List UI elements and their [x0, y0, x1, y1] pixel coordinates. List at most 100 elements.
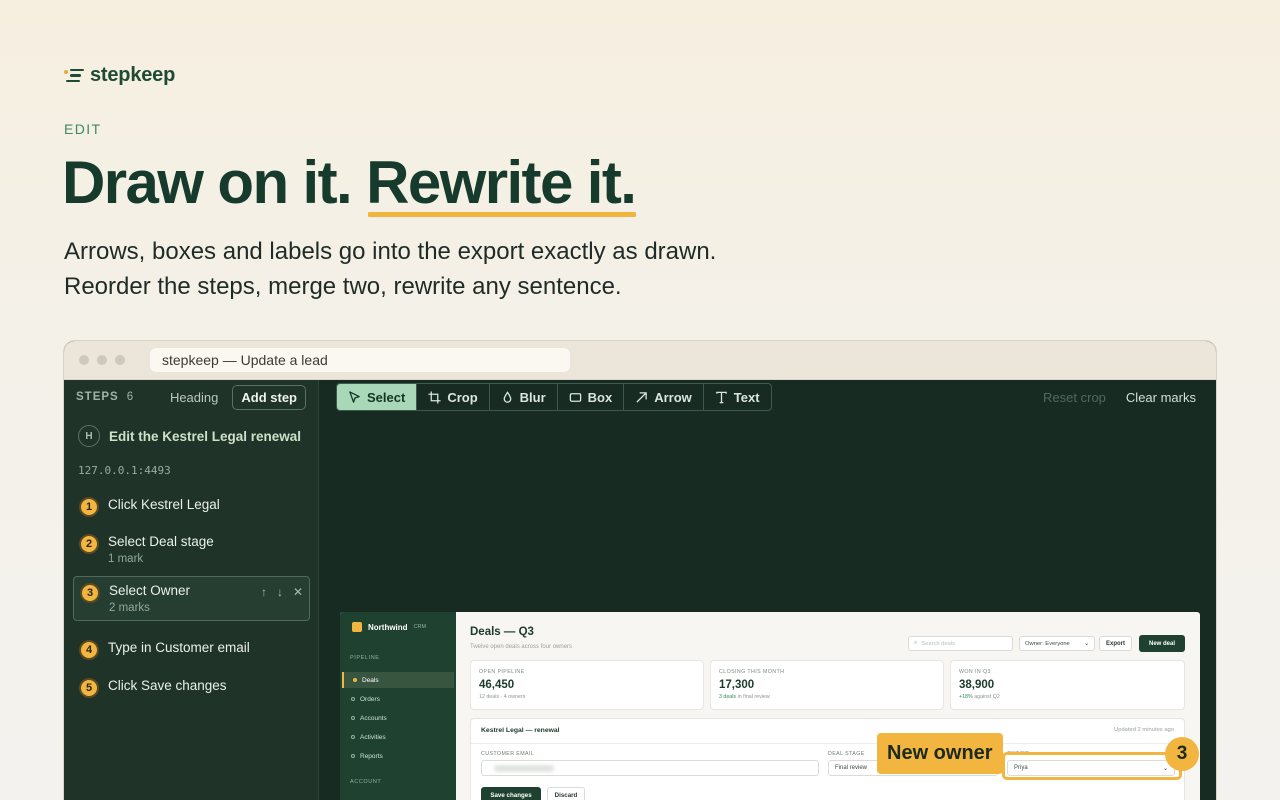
crm-search-placeholder: Search deals [921, 640, 956, 647]
step-item[interactable]: 4 Type in Customer email [73, 634, 310, 666]
kpi-sub: 12 deals · 4 owners [479, 694, 695, 700]
steps-count: 6 [126, 391, 134, 403]
steps-header: STEPS 6 Heading Add step [64, 380, 318, 414]
crm-nav-accounts: Accounts [342, 710, 454, 726]
subtitle: Arrows, boxes and labels go into the exp… [64, 234, 716, 304]
crm-discard-button: Discard [547, 787, 585, 800]
clear-marks-button[interactable]: Clear marks [1126, 390, 1196, 405]
crm-save-button: Save changes [481, 787, 541, 800]
annotation-box-mark[interactable] [1002, 752, 1182, 780]
reset-crop-button[interactable]: Reset crop [1043, 390, 1106, 405]
crm-export-button: Export [1099, 636, 1132, 651]
kpi-highlight: 3 deals [719, 694, 737, 700]
text-tool-button[interactable]: Text [704, 384, 771, 410]
headline-part1: Draw on it. [62, 149, 353, 216]
window-maximize-dot[interactable] [115, 355, 125, 365]
tool-label: Blur [519, 389, 546, 405]
step-item-active[interactable]: 3 Select Owner 2 marks ↑ ↓ ✕ [73, 576, 310, 621]
add-step-button[interactable]: Add step [232, 384, 306, 410]
crm-customer-email-input [481, 760, 819, 776]
window-title-bar: stepkeep — Update a lead [150, 348, 570, 372]
heading-badge: H [78, 425, 100, 447]
crm-record-title: Kestrel Legal — renewal [481, 727, 560, 734]
arrow-icon [636, 391, 648, 403]
tool-label: Text [733, 389, 760, 405]
step-label: Select Deal stage [108, 534, 214, 549]
crm-nav-section: ACCOUNT [350, 779, 382, 785]
window-titlebar: stepkeep — Update a lead [64, 341, 1216, 380]
crm-sidebar: Northwind CRM PIPELINE Deals Orders Acco… [340, 612, 456, 800]
kpi-sub: 3 deals in final review [719, 694, 935, 700]
step-item[interactable]: 2 Select Deal stage 1 mark [73, 528, 310, 571]
divider [471, 743, 1184, 744]
canvas-actions: Reset crop Clear marks [1043, 390, 1196, 405]
crm-nav-deals: Deals [342, 672, 454, 688]
kpi-card: OPEN PIPELINE 46,450 12 deals · 4 owners [470, 660, 704, 710]
crm-nav-label: Reports [360, 752, 383, 760]
arrow-tool-button[interactable]: Arrow [624, 384, 704, 410]
heading-step[interactable]: H Edit the Kestrel Legal renewal [64, 425, 318, 447]
crm-brand-tag: CRM [413, 624, 427, 630]
kpi-value: 17,300 [719, 679, 755, 691]
crm-nav-label: Deals [362, 676, 379, 684]
editor-canvas: Select Crop Blur Box Arrow Text Reset cr… [319, 380, 1216, 800]
kpi-label: OPEN PIPELINE [479, 669, 525, 675]
kpi-sub-text: against Q2 [974, 694, 1000, 700]
step-number-badge: 2 [79, 534, 99, 554]
crm-deal-stage-value: Final review [835, 765, 868, 771]
pointer-icon [349, 390, 360, 403]
headline: Draw on it. Rewrite it. [62, 148, 637, 217]
brand-logo: stepkeep [64, 64, 175, 87]
annotation-step-number: 3 [1165, 737, 1199, 771]
crm-owner-filter-value: Owner: Everyone [1025, 640, 1070, 647]
tool-label: Arrow [654, 389, 692, 405]
captured-screenshot[interactable]: Northwind CRM PIPELINE Deals Orders Acco… [340, 612, 1200, 800]
subtitle-line2: Reorder the steps, merge two, rewrite an… [64, 273, 622, 300]
crm-nav-section: PIPELINE [350, 655, 380, 661]
move-up-icon[interactable]: ↑ [261, 585, 267, 599]
subtitle-line1: Arrows, boxes and labels go into the exp… [64, 238, 717, 265]
crm-search-input: ⌕ Search deals [908, 636, 1013, 651]
crm-record-updated: Updated 2 minutes ago [1114, 727, 1174, 733]
step-number-badge: 5 [79, 678, 99, 698]
steps-label: STEPS [76, 391, 119, 403]
step-number-badge: 1 [79, 497, 99, 517]
step-label: Select Owner [109, 583, 191, 598]
kpi-highlight: +18% [959, 694, 973, 700]
move-down-icon[interactable]: ↓ [277, 585, 283, 599]
step-label: Type in Customer email [108, 640, 250, 655]
window-close-dot[interactable] [79, 355, 89, 365]
crm-page-title: Deals — Q3 [470, 626, 534, 638]
nav-dot-icon [353, 678, 357, 682]
crm-brand: Northwind CRM [352, 622, 426, 632]
kpi-label: CLOSING THIS MONTH [719, 669, 785, 675]
blur-tool-button[interactable]: Blur [490, 384, 558, 410]
box-icon [569, 392, 581, 402]
crm-brand-name: Northwind [368, 622, 408, 632]
crm-page-subtitle: Twelve open deals across four owners [470, 644, 573, 650]
step-number-badge: 4 [79, 640, 99, 660]
window-minimize-dot[interactable] [97, 355, 107, 365]
remove-step-icon[interactable]: ✕ [293, 585, 303, 599]
add-heading-button[interactable]: Heading [170, 390, 218, 405]
crm-nav-activities: Activities [342, 729, 454, 745]
editor-app: STEPS 6 Heading Add step H Edit the Kest… [64, 380, 1216, 800]
crm-new-deal-button: New deal [1139, 635, 1185, 652]
crm-field-label: CUSTOMER EMAIL [481, 751, 535, 757]
kpi-card: CLOSING THIS MONTH 17,300 3 deals in fin… [710, 660, 944, 710]
step-item[interactable]: 5 Click Save changes [73, 672, 310, 704]
tool-label: Crop [447, 389, 478, 405]
section-eyebrow: EDIT [64, 121, 102, 137]
crop-tool-button[interactable]: Crop [417, 384, 490, 410]
crm-nav-orders: Orders [342, 691, 454, 707]
step-item[interactable]: 1 Click Kestrel Legal [73, 491, 310, 523]
tool-label: Select [367, 389, 406, 405]
kpi-card: WON IN Q3 38,900 +18% against Q2 [950, 660, 1185, 710]
annotation-text-mark[interactable]: New owner [877, 733, 1003, 774]
select-tool-button[interactable]: Select [337, 384, 418, 410]
steps-sidebar: STEPS 6 Heading Add step H Edit the Kest… [64, 380, 319, 800]
step-label: Click Kestrel Legal [108, 497, 220, 512]
heading-title: Edit the Kestrel Legal renewal [109, 428, 302, 444]
box-tool-button[interactable]: Box [558, 384, 625, 410]
headline-part2-underlined: Rewrite it. [366, 149, 637, 217]
